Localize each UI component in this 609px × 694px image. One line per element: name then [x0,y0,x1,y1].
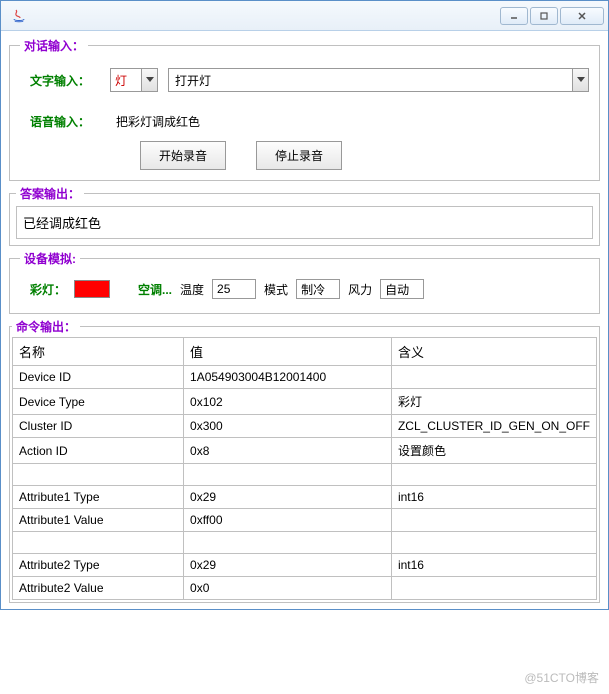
header-name: 名称 [13,338,184,366]
cell-value: 0xff00 [184,509,392,532]
cell-meaning: ZCL_CLUSTER_ID_GEN_ON_OFF [391,415,596,438]
command-select-value: 打开灯 [169,69,572,91]
dialog-input-panel: 对话输入： 文字输入： 灯 打开灯 语音输入： 把彩灯调成红色 开始录音 停止录… [9,37,600,181]
cell-meaning [391,577,596,600]
cell-value: 0x29 [184,486,392,509]
cell-value: 0x29 [184,554,392,577]
cell-meaning: 彩灯 [391,389,596,415]
command-table: 名称 值 含义 Device ID1A054903004B12001400Dev… [12,337,597,600]
watermark: @51CTO博客 [524,669,599,686]
table-row: Device ID1A054903004B12001400 [13,366,597,389]
cell-value: 0x300 [184,415,392,438]
cell-value: 1A054903004B12001400 [184,366,392,389]
table-row: Cluster ID0x300ZCL_CLUSTER_ID_GEN_ON_OFF [13,415,597,438]
device-sim-row: 彩灯： 空调... 温度 模式 风力 [20,275,589,303]
cell-name [13,532,184,554]
cell-name: Attribute2 Value [13,577,184,600]
cell-value [184,464,392,486]
chevron-down-icon[interactable] [141,69,157,91]
table-row [13,464,597,486]
cell-meaning: int16 [391,554,596,577]
close-button[interactable] [560,7,604,25]
wind-label: 风力 [348,281,372,298]
text-input-row: 文字输入： 灯 打开灯 [20,68,589,92]
answer-output-legend: 答案输出： [16,185,84,202]
command-output-legend: 命令输出： [12,318,80,335]
device-select-value: 灯 [111,69,141,91]
command-select[interactable]: 打开灯 [168,68,589,92]
cell-value: 0x0 [184,577,392,600]
record-buttons: 开始录音 停止录音 [140,141,589,170]
command-output-panel: 命令输出： 名称 值 含义 Device ID1A054903004B12001… [9,318,600,603]
device-sim-panel: 设备模拟: 彩灯： 空调... 温度 模式 风力 [9,250,600,314]
cell-name: Attribute1 Type [13,486,184,509]
maximize-button[interactable] [530,7,558,25]
titlebar[interactable] [1,1,608,31]
temp-input[interactable] [212,279,256,299]
table-header-row: 名称 值 含义 [13,338,597,366]
chevron-down-icon[interactable] [572,69,588,91]
cell-name: Cluster ID [13,415,184,438]
cell-name: Attribute2 Type [13,554,184,577]
cell-name: Device ID [13,366,184,389]
lamp-label: 彩灯： [30,281,66,298]
window-controls [500,7,604,25]
stop-record-button[interactable]: 停止录音 [256,141,342,170]
table-row: Device Type0x102彩灯 [13,389,597,415]
answer-text: 已经调成红色 [16,206,593,239]
table-row: Attribute2 Value0x0 [13,577,597,600]
cell-meaning [391,509,596,532]
mode-input[interactable] [296,279,340,299]
cell-meaning: 设置颜色 [391,438,596,464]
cell-meaning [391,532,596,554]
header-meaning: 含义 [391,338,596,366]
mode-label: 模式 [264,281,288,298]
cell-name: Device Type [13,389,184,415]
cell-name: Attribute1 Value [13,509,184,532]
start-record-button[interactable]: 开始录音 [140,141,226,170]
wind-input[interactable] [380,279,424,299]
cell-value: 0x8 [184,438,392,464]
text-input-label: 文字输入： [20,72,110,89]
table-row [13,532,597,554]
java-icon [11,8,27,24]
cell-value [184,532,392,554]
voice-input-text: 把彩灯调成红色 [110,110,206,133]
cell-value: 0x102 [184,389,392,415]
table-row: Attribute1 Value0xff00 [13,509,597,532]
table-row: Attribute1 Type0x29int16 [13,486,597,509]
minimize-button[interactable] [500,7,528,25]
device-sim-legend: 设备模拟: [20,250,80,267]
answer-output-panel: 答案输出： 已经调成红色 [9,185,600,246]
lamp-color-swatch [74,280,110,298]
content-area: 对话输入： 文字输入： 灯 打开灯 语音输入： 把彩灯调成红色 开始录音 停止录… [1,31,608,609]
table-row: Action ID0x8设置颜色 [13,438,597,464]
app-window: 对话输入： 文字输入： 灯 打开灯 语音输入： 把彩灯调成红色 开始录音 停止录… [0,0,609,610]
cell-meaning: int16 [391,486,596,509]
table-row: Attribute2 Type0x29int16 [13,554,597,577]
cell-name: Action ID [13,438,184,464]
ac-label: 空调... [138,281,172,298]
cell-meaning [391,464,596,486]
header-value: 值 [184,338,392,366]
cell-name [13,464,184,486]
voice-input-label: 语音输入： [20,113,110,130]
device-select[interactable]: 灯 [110,68,158,92]
cell-meaning [391,366,596,389]
temp-label: 温度 [180,281,204,298]
dialog-input-legend: 对话输入： [20,37,88,54]
voice-input-row: 语音输入： 把彩灯调成红色 [20,110,589,133]
